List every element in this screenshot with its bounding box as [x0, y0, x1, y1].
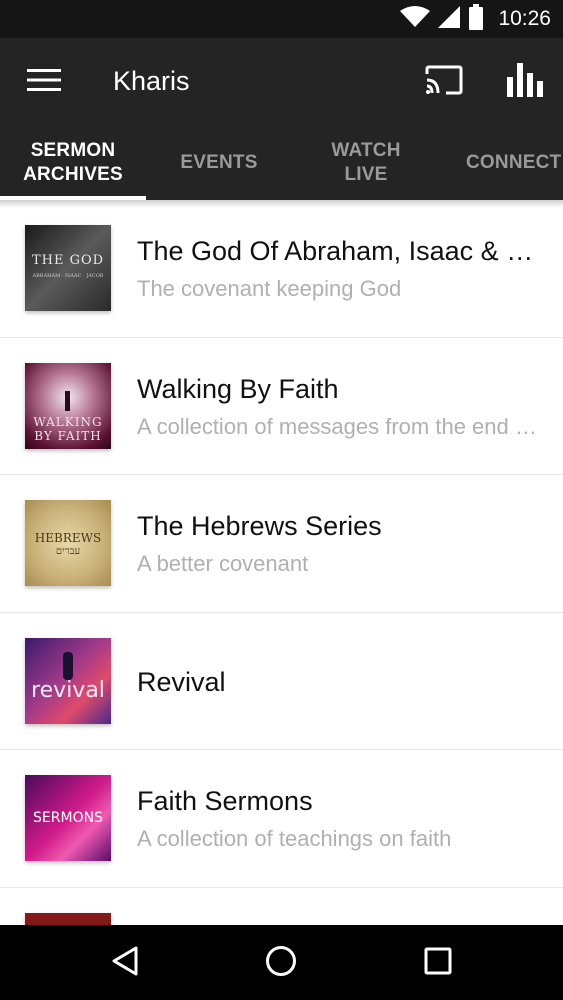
menu-button[interactable] — [18, 60, 70, 104]
status-bar: 10:26 — [0, 0, 563, 38]
thumbnail-image: HEBREWS עברים — [25, 500, 111, 586]
wifi-icon — [400, 5, 431, 33]
tab-sermon-archives[interactable]: SERMON ARCHIVES — [0, 126, 146, 200]
thumbnail-subtext: BY FAITH — [34, 428, 102, 443]
home-icon — [265, 945, 297, 982]
item-title: Walking By Faith — [137, 373, 339, 404]
thumbnail-text: THE GOD — [31, 253, 105, 268]
home-button[interactable] — [251, 937, 311, 989]
item-subtitle: A collection of messages from the end ti… — [137, 413, 537, 439]
battery-icon — [468, 3, 484, 35]
app-title: Kharis — [113, 66, 190, 96]
tab-watch-live[interactable]: WATCH LIVE — [292, 126, 440, 200]
navigation-bar — [0, 925, 563, 1000]
list-item[interactable]: revival Revival — [0, 613, 563, 750]
thumbnail-image: THE GOD ABRAHAM · ISAAC · JACOB — [25, 225, 111, 311]
figure-shape — [65, 390, 70, 411]
status-time: 10:26 — [498, 7, 551, 30]
thumbnail-subtext: עברים — [55, 546, 81, 557]
cast-icon — [425, 65, 463, 100]
item-title: The Hebrews Series — [137, 511, 382, 541]
tab-events[interactable]: EVENTS — [146, 126, 292, 200]
tab-label: CONNECT — [466, 152, 562, 173]
menu-icon — [27, 68, 61, 97]
thumbnail-image: WALKING BY FAITH — [25, 362, 111, 449]
item-subtitle: The covenant keeping God — [137, 276, 402, 301]
back-icon — [110, 945, 140, 982]
screen: 10:26 Kharis SERMON ARCHIVES EVENTS WATC… — [0, 0, 563, 1000]
item-subtitle: A better covenant — [137, 551, 309, 576]
thumbnail-text: revival — [31, 677, 105, 703]
status-icons: 10:26 — [400, 3, 551, 35]
sermon-list: THE GOD ABRAHAM · ISAAC · JACOB The God … — [0, 200, 563, 1000]
recents-button[interactable] — [408, 937, 468, 989]
thumbnail-text: HEBREWS — [34, 531, 102, 545]
list-item[interactable]: HEBREWS עברים The Hebrews Series A bette… — [0, 475, 563, 613]
tab-connect[interactable]: CONNECT — [440, 126, 563, 200]
item-title: Revival — [137, 666, 226, 697]
thumbnail-subtext: ABRAHAM · ISAAC · JACOB — [32, 273, 104, 279]
figure-shape — [63, 651, 73, 680]
item-title: The God Of Abraham, Isaac & Jacob — [137, 236, 537, 266]
app-bar: Kharis — [0, 38, 563, 126]
tab-label: SERMON ARCHIVES — [23, 140, 123, 185]
signal-icon — [438, 5, 461, 33]
list-item[interactable]: WALKING BY FAITH Walking By Faith A coll… — [0, 338, 563, 475]
thumbnail-text: WALKING — [33, 414, 103, 429]
item-subtitle: A collection of teachings on faith — [137, 826, 452, 851]
stats-button[interactable] — [500, 60, 550, 104]
list-item[interactable]: THE GOD ABRAHAM · ISAAC · JACOB The God … — [0, 200, 563, 338]
back-button[interactable] — [95, 937, 155, 989]
thumbnail-text: SERMONS — [33, 810, 103, 826]
recents-icon — [424, 947, 452, 980]
list-item[interactable]: SERMONS Faith Sermons A collection of te… — [0, 750, 563, 888]
bar-chart-icon — [507, 62, 543, 102]
cast-button[interactable] — [420, 60, 468, 104]
tab-shadow — [0, 200, 563, 208]
thumbnail-image: revival — [25, 637, 111, 724]
tab-label: EVENTS — [180, 152, 258, 173]
tab-bar: SERMON ARCHIVES EVENTS WATCH LIVE CONNEC… — [0, 126, 563, 200]
tab-label: WATCH LIVE — [331, 140, 401, 185]
item-title: Faith Sermons — [137, 786, 313, 816]
thumbnail-image: SERMONS — [25, 775, 111, 861]
